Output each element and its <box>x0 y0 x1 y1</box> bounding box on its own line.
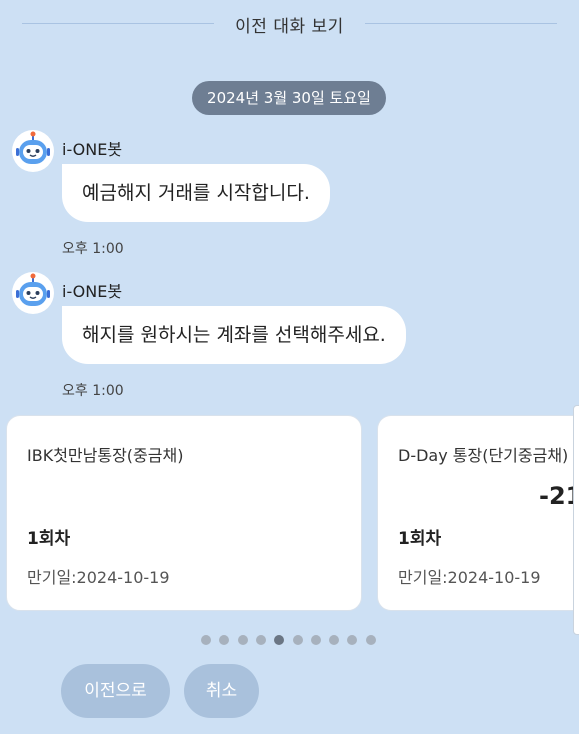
sender-name: i-ONE봇 <box>62 140 123 159</box>
history-header: 이전 대화 보기 <box>0 0 579 48</box>
account-name: D-Day 통장(단기중금채) <box>398 446 569 465</box>
robot-icon <box>16 273 50 306</box>
carousel-dot[interactable] <box>201 635 211 645</box>
message-time: 오후 1:00 <box>62 241 124 257</box>
carousel-dot[interactable] <box>237 635 248 645</box>
account-card[interactable]: IBK첫만남통장(중금채) 1회차 만기일:2024-10-19 <box>6 415 362 611</box>
prev-button[interactable]: 이전으로 <box>61 664 170 718</box>
account-round: 1회차 <box>398 529 442 549</box>
account-card[interactable]: D-Day 통장(단기중금채) -21 1회차 만기일:2024-10-19 <box>377 415 579 611</box>
carousel-indicator <box>0 635 579 645</box>
next-card-edge <box>573 405 579 635</box>
account-maturity: 만기일:2024-10-19 <box>398 568 541 587</box>
robot-icon <box>16 131 50 164</box>
carousel-dot[interactable] <box>365 635 376 645</box>
account-round: 1회차 <box>27 529 71 549</box>
history-title: 이전 대화 보기 <box>235 17 344 37</box>
divider-right <box>365 23 557 24</box>
carousel-dot[interactable] <box>219 635 230 645</box>
message-bubble: 해지를 원하시는 계좌를 선택해주세요. <box>62 306 406 364</box>
sender-name: i-ONE봇 <box>62 282 123 301</box>
carousel-dot[interactable] <box>329 635 340 645</box>
cancel-button[interactable]: 취소 <box>184 664 259 718</box>
carousel-dot[interactable] <box>347 635 358 645</box>
bot-avatar <box>12 272 54 314</box>
account-name: IBK첫만남통장(중금채) <box>27 446 184 465</box>
carousel-dot[interactable] <box>310 635 321 645</box>
message-bubble: 예금해지 거래를 시작합니다. <box>62 164 330 222</box>
bot-avatar <box>12 130 54 172</box>
date-divider: 2024년 3월 30일 토요일 <box>192 81 386 115</box>
account-maturity: 만기일:2024-10-19 <box>27 568 170 587</box>
carousel-dot[interactable] <box>292 635 303 645</box>
carousel-dot[interactable] <box>274 635 285 645</box>
message-time: 오후 1:00 <box>62 383 124 399</box>
carousel-dot[interactable] <box>255 635 266 645</box>
